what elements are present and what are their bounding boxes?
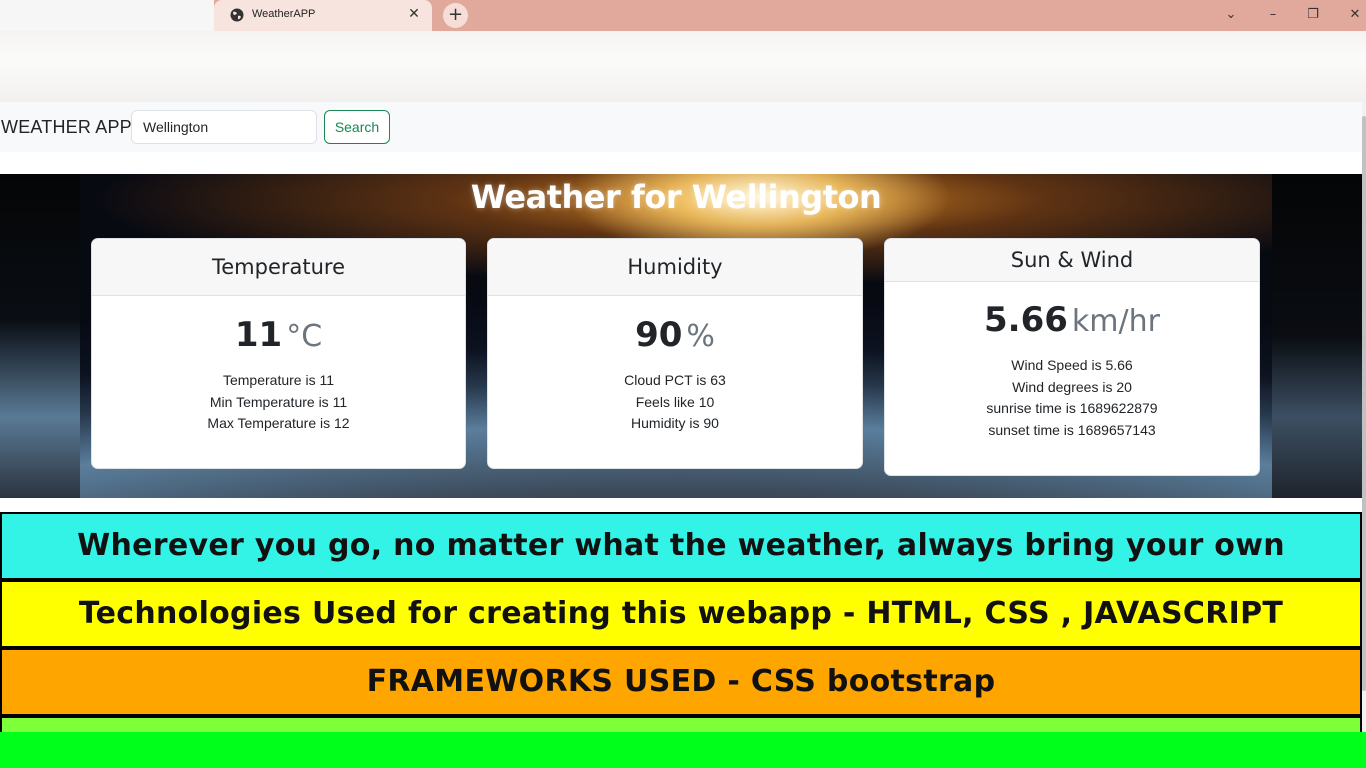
search-button[interactable]: Search — [324, 110, 390, 144]
weather-heading: Weather for Wellington — [470, 178, 882, 216]
page-top-background — [0, 31, 1366, 102]
temperature-card: Temperature 11 °C Temperature is 11 Min T… — [91, 238, 466, 469]
new-tab-button[interactable]: + — [443, 3, 468, 28]
min-temperature-line: Min Temperature is 11 — [209, 393, 348, 410]
minimize-icon[interactable]: – — [1263, 5, 1283, 25]
sunrise-time-line: sunrise time is 1689622879 — [986, 400, 1158, 417]
feels-like-line: Feels like 10 — [635, 393, 715, 410]
humidity-unit: % — [686, 319, 715, 354]
wind-speed-value: 5.66 — [984, 300, 1068, 340]
partial-banner — [0, 716, 1362, 732]
restore-icon[interactable]: ❐ — [1303, 5, 1323, 25]
close-window-icon[interactable]: ✕ — [1345, 5, 1365, 25]
technologies-banner: Technologies Used for creating this weba… — [0, 580, 1362, 648]
browser-tab-weatherapp[interactable]: WeatherAPP ✕ — [214, 0, 432, 31]
humidity-value: 90 — [635, 315, 683, 355]
sunset-time-line: sunset time is 1689657143 — [988, 421, 1156, 438]
tab-title: WeatherAPP — [252, 8, 316, 20]
temperature-line: Temperature is 11 — [222, 372, 334, 388]
max-temperature-line: Max Temperature is 12 — [207, 415, 350, 432]
sun-wind-card: Sun & Wind 5.66 km/hr Wind Speed is 5.66 … — [884, 238, 1260, 476]
tab-bar-empty-area — [0, 0, 214, 31]
hero-right-edge — [1272, 174, 1362, 498]
temperature-unit: °C — [286, 319, 323, 354]
sun-wind-card-header: Sun & Wind — [885, 239, 1259, 282]
frameworks-banner: FRAMEWORKS USED - CSS bootstrap — [0, 648, 1362, 716]
temperature-card-header: Temperature — [92, 239, 465, 296]
city-search-input[interactable] — [131, 110, 317, 144]
temperature-value: 11 — [234, 315, 283, 355]
scrollbar-thumb[interactable] — [1362, 116, 1366, 691]
navbar-brand[interactable]: WEATHER APP — [1, 117, 132, 138]
globe-icon — [230, 8, 244, 22]
tab-close-icon[interactable]: ✕ — [406, 6, 422, 22]
bottom-green-strip — [0, 732, 1366, 768]
humidity-line: Humidity is 90 — [631, 415, 719, 432]
humidity-card: Humidity 90% Cloud PCT is 63 Feels like … — [487, 238, 863, 469]
wind-degrees-line: Wind degrees is 20 — [1012, 378, 1132, 395]
tab-search-chevron-icon[interactable]: ⌄ — [1221, 5, 1241, 25]
cloud-pct-line: Cloud PCT is 63 — [624, 372, 726, 388]
quote-banner: Wherever you go, no matter what the weat… — [0, 512, 1362, 627]
wind-speed-line: Wind Speed is 5.66 — [1011, 357, 1133, 373]
wind-speed-unit: km/hr — [1071, 304, 1160, 339]
hero-left-edge — [0, 174, 80, 498]
humidity-card-header: Humidity — [488, 239, 862, 296]
